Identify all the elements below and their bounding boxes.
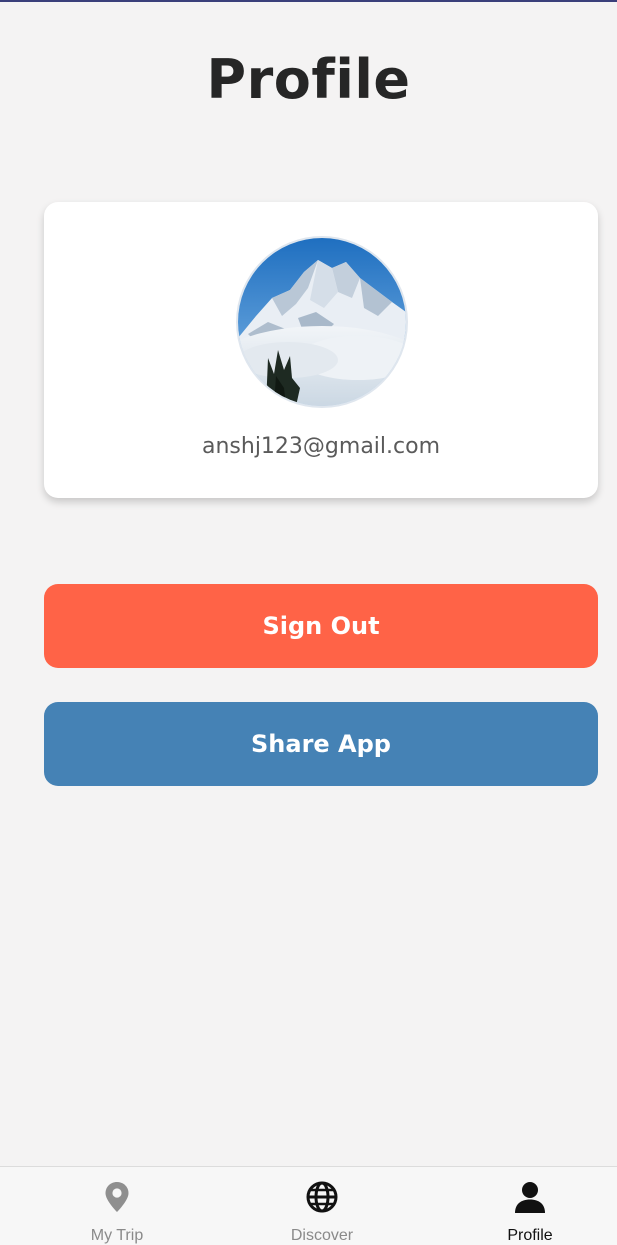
top-divider — [0, 0, 617, 2]
nav-item-profile[interactable]: Profile — [460, 1167, 600, 1245]
avatar — [238, 238, 406, 406]
page-title: Profile — [206, 48, 411, 111]
nav-label-my-trip: My Trip — [90, 1227, 144, 1244]
nav-item-my-trip[interactable]: My Trip — [47, 1167, 187, 1245]
globe-icon — [302, 1177, 342, 1217]
profile-card: anshj123@gmail.com — [44, 202, 598, 498]
nav-label-discover: Discover — [290, 1227, 354, 1244]
sign-out-button[interactable]: Sign Out — [44, 584, 598, 668]
bottom-nav: My Trip Discover Profile — [0, 1166, 617, 1245]
user-icon — [510, 1177, 550, 1217]
share-app-button[interactable]: Share App — [44, 702, 598, 786]
nav-item-discover[interactable]: Discover — [252, 1167, 392, 1245]
nav-label-profile: Profile — [507, 1227, 553, 1244]
profile-email: anshj123@gmail.com — [201, 434, 440, 459]
map-pin-icon — [97, 1177, 137, 1217]
